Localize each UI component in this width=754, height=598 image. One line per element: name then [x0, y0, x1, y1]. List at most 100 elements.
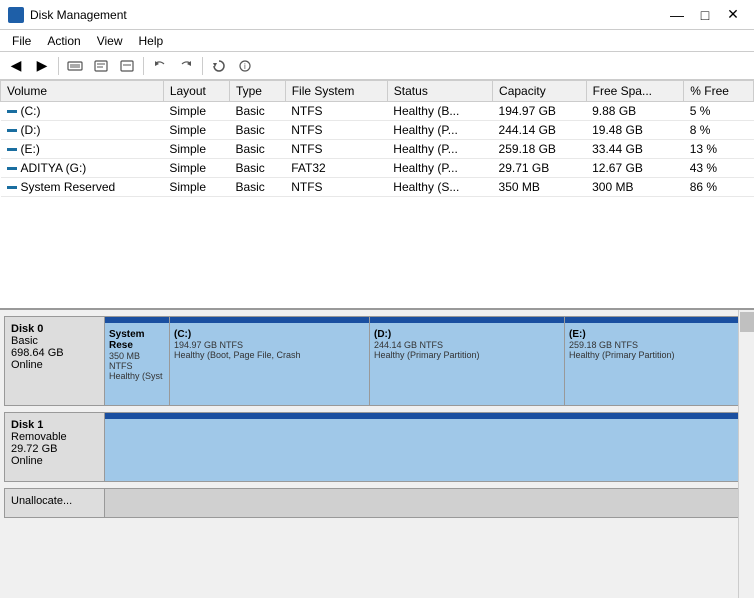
menu-help[interactable]: Help [131, 32, 172, 50]
partition-e[interactable]: (E:) 259.18 GB NTFS Healthy (Primary Par… [565, 317, 749, 405]
cell-status: Healthy (B... [387, 102, 492, 121]
cell-pctfree: 13 % [684, 140, 754, 159]
disk-0-partitions: System Rese 350 MB NTFS Healthy (Syst (C… [105, 317, 749, 405]
table-row[interactable]: (E:) Simple Basic NTFS Healthy (P... 259… [1, 140, 754, 159]
forward-button[interactable]: ▶ [30, 55, 54, 77]
toolbar-sep-3 [202, 57, 203, 75]
partition-top-bar-d [370, 317, 564, 323]
partition-label-c: (C:) [174, 329, 365, 340]
toolbar-sep-2 [143, 57, 144, 75]
cell-freespace: 9.88 GB [586, 102, 684, 121]
table-row[interactable]: System Reserved Simple Basic NTFS Health… [1, 178, 754, 197]
drive-icon [67, 59, 83, 73]
partition-detail-d: 244.14 GB NTFS [374, 340, 560, 350]
cell-layout: Simple [163, 140, 229, 159]
disk-1-type: Removable [11, 431, 98, 443]
col-filesystem[interactable]: File System [285, 81, 387, 102]
partition-c[interactable]: (C:) 194.97 GB NTFS Healthy (Boot, Page … [170, 317, 370, 405]
cell-volume: (E:) [1, 140, 164, 159]
cell-capacity: 244.14 GB [493, 121, 587, 140]
table-header-row: Volume Layout Type File System Status Ca… [1, 81, 754, 102]
menu-file[interactable]: File [4, 32, 39, 50]
volume-table: Volume Layout Type File System Status Ca… [0, 80, 754, 197]
partition-top-bar-e [565, 317, 748, 323]
cell-pctfree: 86 % [684, 178, 754, 197]
toolbar-btn-4[interactable] [89, 55, 113, 77]
cell-freespace: 19.48 GB [586, 121, 684, 140]
disk-map-area: Disk 0 Basic 698.64 GB Online System Res… [0, 310, 754, 598]
toolbar-btn-5[interactable] [115, 55, 139, 77]
menu-bar: File Action View Help [0, 30, 754, 52]
cell-type: Basic [229, 102, 285, 121]
scrollbar[interactable] [738, 310, 754, 598]
app-icon [8, 7, 24, 23]
cell-type: Basic [229, 121, 285, 140]
col-freespace[interactable]: Free Spa... [586, 81, 684, 102]
partition-top-bar [105, 317, 169, 323]
cell-capacity: 350 MB [493, 178, 587, 197]
col-pctfree[interactable]: % Free [684, 81, 754, 102]
cell-status: Healthy (P... [387, 140, 492, 159]
cell-pctfree: 5 % [684, 102, 754, 121]
disk-0-size: 698.64 GB [11, 347, 98, 359]
partition-disk1[interactable] [105, 413, 749, 481]
partition-sub-e: Healthy (Primary Partition) [569, 350, 744, 360]
cell-freespace: 12.67 GB [586, 159, 684, 178]
cell-capacity: 194.97 GB [493, 102, 587, 121]
menu-action[interactable]: Action [39, 32, 88, 50]
disk-1-label: Disk 1 Removable 29.72 GB Online [5, 413, 105, 481]
close-button[interactable]: ✕ [720, 5, 746, 25]
disk-0-name: Disk 0 [11, 323, 98, 335]
cell-layout: Simple [163, 102, 229, 121]
properties-icon [119, 59, 135, 73]
cell-layout: Simple [163, 178, 229, 197]
toolbar-btn-7[interactable] [174, 55, 198, 77]
info-icon: i [237, 59, 253, 73]
minimize-button[interactable]: — [664, 5, 690, 25]
cell-pctfree: 8 % [684, 121, 754, 140]
disk-1-partitions [105, 413, 749, 481]
partition-d[interactable]: (D:) 244.14 GB NTFS Healthy (Primary Par… [370, 317, 565, 405]
unallocated-label: Unallocate... [5, 489, 105, 517]
toolbar-btn-9[interactable]: i [233, 55, 257, 77]
toolbar-btn-3[interactable] [63, 55, 87, 77]
toolbar-btn-6[interactable] [148, 55, 172, 77]
partition-label-d: (D:) [374, 329, 560, 340]
cell-fs: FAT32 [285, 159, 387, 178]
unallocated-row: Unallocate... [4, 488, 750, 518]
cell-status: Healthy (P... [387, 121, 492, 140]
partition-detail-c: 194.97 GB NTFS [174, 340, 365, 350]
partition-label: System Rese [109, 329, 165, 351]
cell-type: Basic [229, 178, 285, 197]
col-type[interactable]: Type [229, 81, 285, 102]
table-row[interactable]: (C:) Simple Basic NTFS Healthy (B... 194… [1, 102, 754, 121]
col-capacity[interactable]: Capacity [493, 81, 587, 102]
back-button[interactable]: ◀ [4, 55, 28, 77]
partition-label-e: (E:) [569, 329, 744, 340]
table-row[interactable]: (D:) Simple Basic NTFS Healthy (P... 244… [1, 121, 754, 140]
toolbar-btn-8[interactable] [207, 55, 231, 77]
cell-fs: NTFS [285, 121, 387, 140]
col-volume[interactable]: Volume [1, 81, 164, 102]
scroll-thumb[interactable] [740, 312, 754, 332]
cell-status: Healthy (S... [387, 178, 492, 197]
table-row[interactable]: ADITYA (G:) Simple Basic FAT32 Healthy (… [1, 159, 754, 178]
partition-top-bar-disk1 [105, 413, 748, 419]
disk-1-size: 29.72 GB [11, 443, 98, 455]
cell-volume: System Reserved [1, 178, 164, 197]
disk-1-name: Disk 1 [11, 419, 98, 431]
partition-system-reserved[interactable]: System Rese 350 MB NTFS Healthy (Syst [105, 317, 170, 405]
col-layout[interactable]: Layout [163, 81, 229, 102]
cell-fs: NTFS [285, 140, 387, 159]
cell-freespace: 33.44 GB [586, 140, 684, 159]
maximize-button[interactable]: □ [692, 5, 718, 25]
menu-view[interactable]: View [89, 32, 131, 50]
toolbar-sep-1 [58, 57, 59, 75]
cell-capacity: 29.71 GB [493, 159, 587, 178]
disk-0-row: Disk 0 Basic 698.64 GB Online System Res… [4, 316, 750, 406]
partition-detail: 350 MB NTFS [109, 351, 165, 371]
undo-icon [152, 59, 168, 73]
cell-fs: NTFS [285, 178, 387, 197]
col-status[interactable]: Status [387, 81, 492, 102]
cell-status: Healthy (P... [387, 159, 492, 178]
